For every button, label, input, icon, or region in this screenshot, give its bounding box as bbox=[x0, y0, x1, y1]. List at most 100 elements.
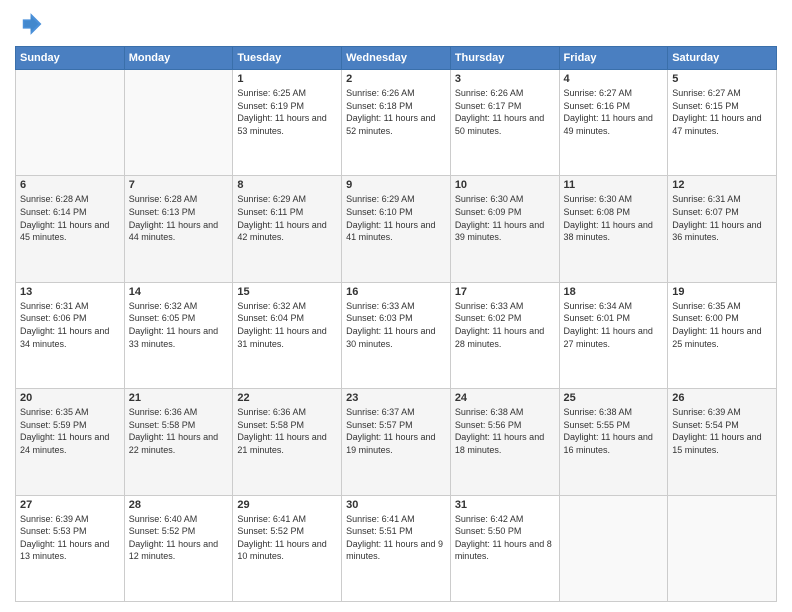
day-number: 8 bbox=[237, 179, 337, 191]
day-info: Sunrise: 6:26 AM Sunset: 6:18 PM Dayligh… bbox=[346, 87, 446, 137]
day-number: 12 bbox=[672, 179, 772, 191]
logo-icon bbox=[15, 10, 43, 38]
day-info: Sunrise: 6:31 AM Sunset: 6:06 PM Dayligh… bbox=[20, 300, 120, 350]
day-number: 4 bbox=[564, 73, 664, 85]
day-info: Sunrise: 6:35 AM Sunset: 5:59 PM Dayligh… bbox=[20, 406, 120, 456]
page: SundayMondayTuesdayWednesdayThursdayFrid… bbox=[0, 0, 792, 612]
day-info: Sunrise: 6:42 AM Sunset: 5:50 PM Dayligh… bbox=[455, 513, 555, 563]
calendar-cell: 20Sunrise: 6:35 AM Sunset: 5:59 PM Dayli… bbox=[16, 389, 125, 495]
day-info: Sunrise: 6:27 AM Sunset: 6:16 PM Dayligh… bbox=[564, 87, 664, 137]
calendar-cell: 1 Sunrise: 6:25 AM Sunset: 6:19 PM Daylig… bbox=[233, 70, 342, 176]
calendar-cell: 31 Sunrise: 6:42 AM Sunset: 5:50 PM Dayli… bbox=[450, 495, 559, 601]
day-info: Sunrise: 6:41 AM Sunset: 5:52 PM Dayligh… bbox=[237, 513, 337, 563]
day-number: 16 bbox=[346, 286, 446, 298]
calendar-cell: 5 Sunrise: 6:27 AM Sunset: 6:15 PM Daylig… bbox=[668, 70, 777, 176]
calendar-cell: 26 Sunrise: 6:39 AM Sunset: 5:54 PM Dayli… bbox=[668, 389, 777, 495]
day-info: Sunrise: 6:36 AM Sunset: 5:58 PM Dayligh… bbox=[129, 406, 229, 456]
day-number: 3 bbox=[455, 73, 555, 85]
day-number: 25 bbox=[564, 392, 664, 404]
calendar-cell: 10 Sunrise: 6:30 AM Sunset: 6:09 PM Dayli… bbox=[450, 176, 559, 282]
calendar-cell: 23 Sunrise: 6:37 AM Sunset: 5:57 PM Dayli… bbox=[342, 389, 451, 495]
day-number: 21 bbox=[129, 392, 229, 404]
day-info: Sunrise: 6:30 AM Sunset: 6:09 PM Dayligh… bbox=[455, 193, 555, 243]
day-info: Sunrise: 6:33 AM Sunset: 6:03 PM Dayligh… bbox=[346, 300, 446, 350]
day-number: 2 bbox=[346, 73, 446, 85]
day-info: Sunrise: 6:31 AM Sunset: 6:07 PM Dayligh… bbox=[672, 193, 772, 243]
calendar-cell: 22 Sunrise: 6:36 AM Sunset: 5:58 PM Dayli… bbox=[233, 389, 342, 495]
day-info: Sunrise: 6:34 AM Sunset: 6:01 PM Dayligh… bbox=[564, 300, 664, 350]
calendar-cell: 17Sunrise: 6:33 AM Sunset: 6:02 PM Dayli… bbox=[450, 282, 559, 388]
day-number: 14 bbox=[129, 286, 229, 298]
calendar-cell: 19 Sunrise: 6:35 AM Sunset: 6:00 PM Dayli… bbox=[668, 282, 777, 388]
day-info: Sunrise: 6:36 AM Sunset: 5:58 PM Dayligh… bbox=[237, 406, 337, 456]
calendar-header-row: SundayMondayTuesdayWednesdayThursdayFrid… bbox=[16, 47, 777, 70]
day-info: Sunrise: 6:29 AM Sunset: 6:11 PM Dayligh… bbox=[237, 193, 337, 243]
calendar-cell: 2 Sunrise: 6:26 AM Sunset: 6:18 PM Daylig… bbox=[342, 70, 451, 176]
day-number: 27 bbox=[20, 499, 120, 511]
calendar-cell: 24 Sunrise: 6:38 AM Sunset: 5:56 PM Dayli… bbox=[450, 389, 559, 495]
day-number: 18 bbox=[564, 286, 664, 298]
day-number: 22 bbox=[237, 392, 337, 404]
day-number: 1 bbox=[237, 73, 337, 85]
calendar-cell: 12 Sunrise: 6:31 AM Sunset: 6:07 PM Dayli… bbox=[668, 176, 777, 282]
calendar-table: SundayMondayTuesdayWednesdayThursdayFrid… bbox=[15, 46, 777, 602]
calendar-cell: 30Sunrise: 6:41 AM Sunset: 5:51 PM Dayli… bbox=[342, 495, 451, 601]
calendar-cell: 9Sunrise: 6:29 AM Sunset: 6:10 PM Daylig… bbox=[342, 176, 451, 282]
day-number: 10 bbox=[455, 179, 555, 191]
day-number: 17 bbox=[455, 286, 555, 298]
day-info: Sunrise: 6:35 AM Sunset: 6:00 PM Dayligh… bbox=[672, 300, 772, 350]
calendar-cell bbox=[668, 495, 777, 601]
day-info: Sunrise: 6:32 AM Sunset: 6:05 PM Dayligh… bbox=[129, 300, 229, 350]
day-info: Sunrise: 6:39 AM Sunset: 5:54 PM Dayligh… bbox=[672, 406, 772, 456]
day-info: Sunrise: 6:25 AM Sunset: 6:19 PM Dayligh… bbox=[237, 87, 337, 137]
day-info: Sunrise: 6:26 AM Sunset: 6:17 PM Dayligh… bbox=[455, 87, 555, 137]
calendar-cell: 3 Sunrise: 6:26 AM Sunset: 6:17 PM Daylig… bbox=[450, 70, 559, 176]
day-info: Sunrise: 6:27 AM Sunset: 6:15 PM Dayligh… bbox=[672, 87, 772, 137]
calendar-cell: 6 Sunrise: 6:28 AM Sunset: 6:14 PM Daylig… bbox=[16, 176, 125, 282]
calendar-header-thursday: Thursday bbox=[450, 47, 559, 70]
calendar-cell: 18 Sunrise: 6:34 AM Sunset: 6:01 PM Dayli… bbox=[559, 282, 668, 388]
day-number: 13 bbox=[20, 286, 120, 298]
calendar-cell: 21 Sunrise: 6:36 AM Sunset: 5:58 PM Dayli… bbox=[124, 389, 233, 495]
day-number: 23 bbox=[346, 392, 446, 404]
day-info: Sunrise: 6:28 AM Sunset: 6:14 PM Dayligh… bbox=[20, 193, 120, 243]
logo bbox=[15, 10, 45, 38]
calendar-cell: 25 Sunrise: 6:38 AM Sunset: 5:55 PM Dayli… bbox=[559, 389, 668, 495]
calendar-cell: 11 Sunrise: 6:30 AM Sunset: 6:08 PM Dayli… bbox=[559, 176, 668, 282]
calendar-header-friday: Friday bbox=[559, 47, 668, 70]
day-info: Sunrise: 6:32 AM Sunset: 6:04 PM Dayligh… bbox=[237, 300, 337, 350]
day-number: 24 bbox=[455, 392, 555, 404]
day-number: 29 bbox=[237, 499, 337, 511]
calendar-cell: 16 Sunrise: 6:33 AM Sunset: 6:03 PM Dayli… bbox=[342, 282, 451, 388]
day-info: Sunrise: 6:39 AM Sunset: 5:53 PM Dayligh… bbox=[20, 513, 120, 563]
day-number: 28 bbox=[129, 499, 229, 511]
calendar-cell: 8 Sunrise: 6:29 AM Sunset: 6:11 PM Daylig… bbox=[233, 176, 342, 282]
day-number: 31 bbox=[455, 499, 555, 511]
day-info: Sunrise: 6:29 AM Sunset: 6:10 PM Dayligh… bbox=[346, 193, 446, 243]
day-info: Sunrise: 6:30 AM Sunset: 6:08 PM Dayligh… bbox=[564, 193, 664, 243]
day-number: 7 bbox=[129, 179, 229, 191]
day-info: Sunrise: 6:37 AM Sunset: 5:57 PM Dayligh… bbox=[346, 406, 446, 456]
day-info: Sunrise: 6:28 AM Sunset: 6:13 PM Dayligh… bbox=[129, 193, 229, 243]
day-number: 19 bbox=[672, 286, 772, 298]
calendar-cell bbox=[16, 70, 125, 176]
calendar-cell: 4 Sunrise: 6:27 AM Sunset: 6:16 PM Daylig… bbox=[559, 70, 668, 176]
header bbox=[15, 10, 777, 38]
day-number: 30 bbox=[346, 499, 446, 511]
day-number: 15 bbox=[237, 286, 337, 298]
calendar-cell bbox=[559, 495, 668, 601]
calendar-cell: 15 Sunrise: 6:32 AM Sunset: 6:04 PM Dayli… bbox=[233, 282, 342, 388]
calendar-cell: 28Sunrise: 6:40 AM Sunset: 5:52 PM Dayli… bbox=[124, 495, 233, 601]
day-number: 26 bbox=[672, 392, 772, 404]
day-number: 6 bbox=[20, 179, 120, 191]
calendar-header-sunday: Sunday bbox=[16, 47, 125, 70]
day-number: 11 bbox=[564, 179, 664, 191]
calendar-cell: 13 Sunrise: 6:31 AM Sunset: 6:06 PM Dayli… bbox=[16, 282, 125, 388]
calendar-cell: 29 Sunrise: 6:41 AM Sunset: 5:52 PM Dayli… bbox=[233, 495, 342, 601]
calendar-week-row: 27 Sunrise: 6:39 AM Sunset: 5:53 PM Dayli… bbox=[16, 495, 777, 601]
day-number: 5 bbox=[672, 73, 772, 85]
day-info: Sunrise: 6:38 AM Sunset: 5:55 PM Dayligh… bbox=[564, 406, 664, 456]
day-info: Sunrise: 6:38 AM Sunset: 5:56 PM Dayligh… bbox=[455, 406, 555, 456]
calendar-header-saturday: Saturday bbox=[668, 47, 777, 70]
calendar-cell bbox=[124, 70, 233, 176]
